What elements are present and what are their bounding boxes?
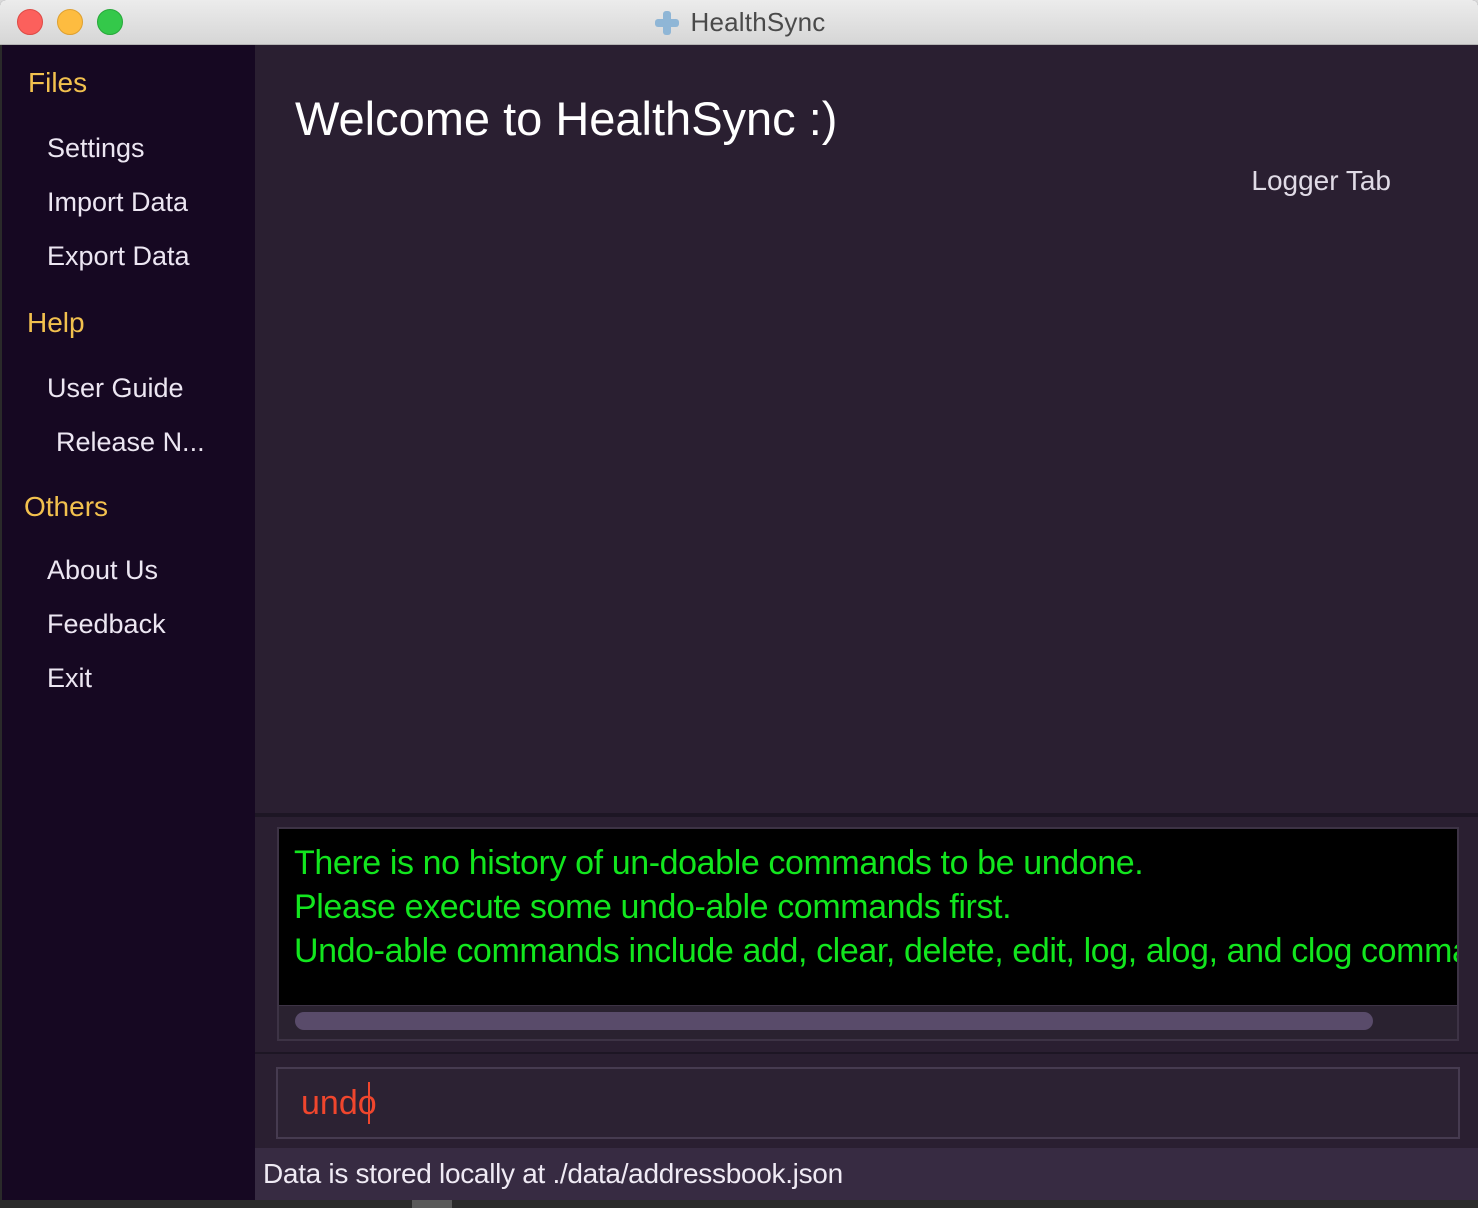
sidebar-header-help: Help [27,307,85,338]
result-line: There is no history of un-doable command… [294,844,1144,882]
sidebar-item-export-data[interactable]: Export Data [47,241,190,272]
tab-logger[interactable]: Logger Tab [1251,165,1391,197]
result-text-area: There is no history of un-doable command… [294,841,1457,973]
status-text: Data is stored locally at ./data/address… [263,1158,843,1189]
sidebar-item-about-us[interactable]: About Us [47,555,158,586]
command-panel: undo [255,1052,1478,1148]
command-input[interactable]: undo [276,1067,1460,1139]
window-title-group: HealthSync [0,0,1478,45]
main-panel: Welcome to HealthSync :) Logger Tab [255,45,1478,813]
horizontal-scrollbar[interactable] [279,1005,1457,1039]
sidebar-menu: Files Settings Import Data Export Data H… [0,45,255,1208]
app-window: HealthSync Files Settings Import Data Ex… [0,0,1478,1208]
sidebar-item-exit[interactable]: Exit [47,663,92,694]
result-line: Please execute some undo-able commands f… [294,888,1012,926]
sidebar-header-others: Others [24,491,109,522]
window-title: HealthSync [690,7,826,37]
sidebar-item-import-data[interactable]: Import Data [47,187,188,218]
medical-cross-icon [653,9,681,37]
text-caret [367,1082,370,1124]
result-display: There is no history of un-doable command… [277,827,1459,1041]
window-bottom-edge [0,1200,1478,1208]
resize-handle[interactable] [412,1200,452,1208]
sidebar-header-files: Files [28,67,88,98]
command-input-value: undo [301,1083,377,1122]
result-line: Undo-able commands include add, clear, d… [294,932,1457,970]
title-bar: HealthSync [0,0,1478,45]
result-panel: There is no history of un-doable command… [255,817,1478,1052]
sidebar-item-release-notes[interactable]: Release N... [56,427,205,458]
status-bar: Data is stored locally at ./data/address… [255,1148,1478,1200]
sidebar-item-feedback[interactable]: Feedback [47,609,166,640]
welcome-heading: Welcome to HealthSync :) [295,92,838,145]
scrollbar-thumb[interactable] [295,1012,1373,1030]
sidebar-item-user-guide[interactable]: User Guide [47,373,184,404]
sidebar-item-settings[interactable]: Settings [47,133,145,164]
